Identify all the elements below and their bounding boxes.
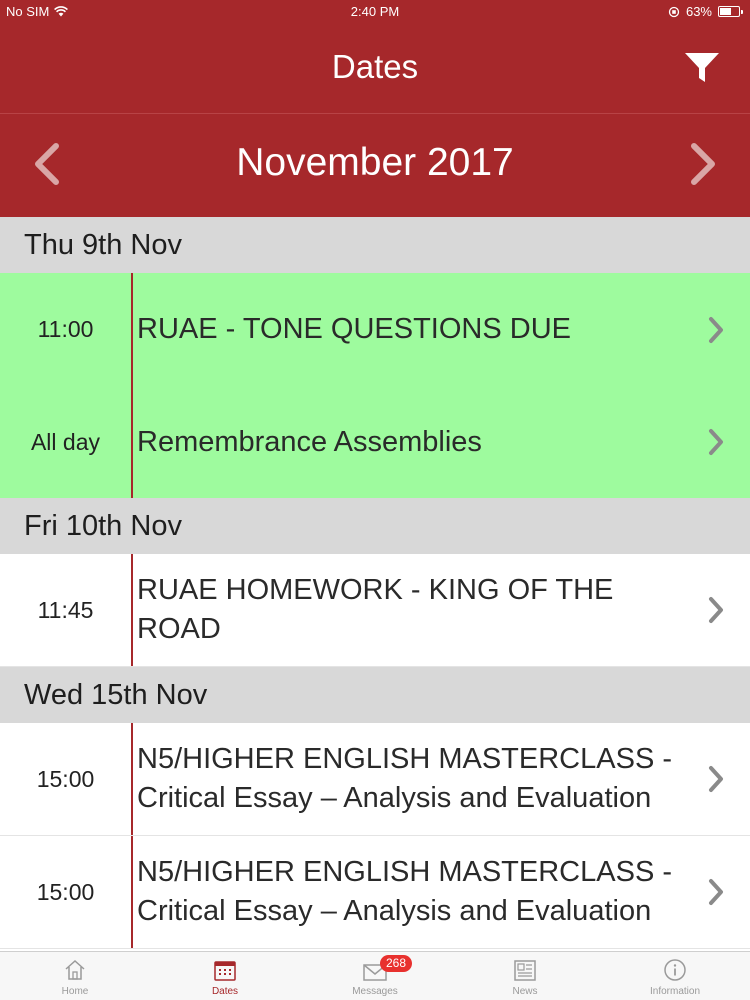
title-bar: Dates (0, 22, 750, 114)
timeline-divider (131, 836, 133, 948)
tab-dates[interactable]: Dates (150, 952, 300, 1000)
month-navigator: November 2017 (0, 114, 750, 217)
tab-home[interactable]: Home (0, 952, 150, 1000)
chevron-right-icon (709, 766, 723, 792)
event-row[interactable]: 11:00 RUAE - TONE QUESTIONS DUE (0, 273, 750, 386)
event-title: N5/HIGHER ENGLISH MASTERCLASS - Critical… (137, 856, 672, 927)
chevron-right-icon[interactable] (680, 140, 724, 188)
chevron-right-icon (709, 429, 723, 455)
event-row[interactable]: 11:45 RUAE HOMEWORK - KING OF THE ROAD (0, 554, 750, 667)
tab-label: Home (61, 986, 89, 997)
tab-label: Dates (211, 986, 239, 997)
status-bar: No SIM 2:40 PM 63% (0, 0, 750, 22)
tab-label: Information (649, 986, 701, 997)
timeline-divider (131, 386, 133, 498)
day-header: Fri 10th Nov (0, 498, 750, 554)
filter-icon[interactable] (682, 48, 722, 88)
timeline-divider (131, 554, 133, 666)
home-icon (65, 959, 85, 980)
tab-label: Messages (352, 986, 398, 997)
tab-bar: Home Dates 268 Messages News Information (0, 951, 750, 1000)
event-time: 11:45 (37, 596, 94, 623)
event-time: 11:00 (37, 316, 94, 342)
event-row[interactable]: 15:00 N5/HIGHER ENGLISH MASTERCLASS - Cr… (0, 836, 750, 949)
event-time: All day (30, 428, 101, 455)
timeline-divider (131, 273, 133, 386)
tab-news[interactable]: News (450, 952, 600, 1000)
events-list[interactable]: Thu 9th Nov 11:00 RUAE - TONE QUESTIONS … (0, 217, 750, 951)
calendar-icon (214, 961, 236, 981)
timeline-divider (131, 723, 133, 835)
chevron-right-icon (709, 316, 723, 343)
battery-icon (718, 6, 743, 17)
chevron-right-icon (709, 879, 723, 905)
tab-label: News (512, 986, 538, 997)
clock: 2:40 PM (350, 4, 400, 19)
day-header: Thu 9th Nov (0, 217, 750, 273)
message-count-badge: 268 (380, 955, 413, 972)
newspaper-icon (514, 960, 536, 981)
event-title: RUAE HOMEWORK - KING OF THE ROAD (137, 574, 614, 645)
info-icon (664, 959, 686, 981)
month-label: November 2017 (236, 141, 514, 184)
event-time: 15:00 (36, 765, 95, 792)
event-title: Remembrance Assemblies (137, 425, 482, 458)
event-row[interactable]: 15:00 N5/HIGHER ENGLISH MASTERCLASS - Cr… (0, 723, 750, 836)
battery-percent: 63% (685, 4, 712, 19)
day-header: Wed 15th Nov (0, 667, 750, 723)
event-row[interactable]: All day Remembrance Assemblies (0, 386, 750, 498)
event-title: N5/HIGHER ENGLISH MASTERCLASS - Critical… (137, 743, 672, 814)
tab-information[interactable]: Information (600, 952, 750, 1000)
event-title: RUAE - TONE QUESTIONS DUE (137, 313, 571, 345)
page-title: Dates (331, 48, 419, 85)
tab-messages[interactable]: 268 Messages (300, 952, 450, 1000)
app-header: No SIM 2:40 PM 63% Dates November 2017 (0, 0, 750, 217)
orientation-lock-icon (668, 6, 680, 17)
event-time: 15:00 (36, 878, 95, 905)
chevron-right-icon (709, 597, 723, 623)
